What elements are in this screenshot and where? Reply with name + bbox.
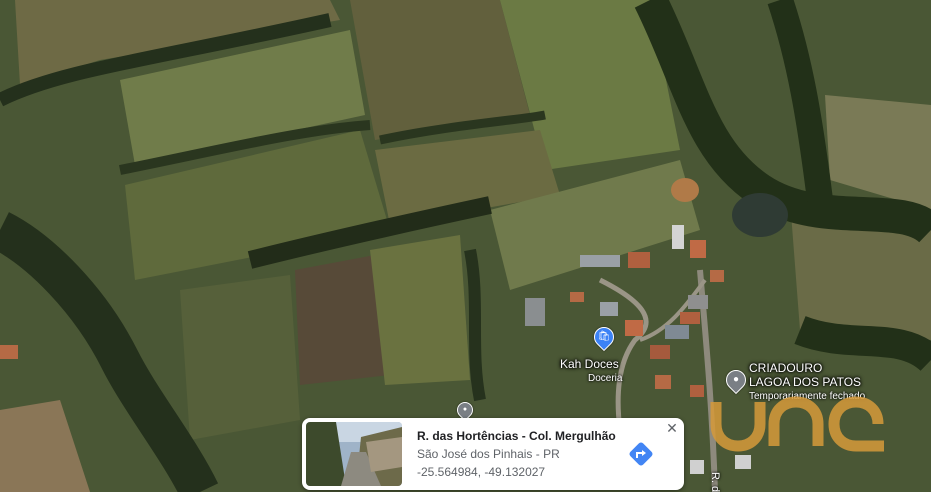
- close-icon[interactable]: ✕: [664, 420, 680, 436]
- criadouro-name-line1[interactable]: CRIADOURO: [749, 362, 822, 375]
- road-label: R. d: [709, 472, 721, 492]
- criadouro-name-line2[interactable]: LAGOA DOS PATOS: [749, 376, 861, 389]
- una-watermark-logo: [710, 396, 884, 452]
- kah-doces-category: Doceria: [588, 373, 623, 384]
- place-info-card[interactable]: R. das Hortências - Col. Mergulhão São J…: [302, 418, 684, 490]
- shopping-bag-icon: 🛍︎: [597, 331, 611, 342]
- directions-icon[interactable]: [626, 439, 656, 469]
- location-pin-icon: ●: [732, 374, 740, 385]
- place-title: R. das Hortências - Col. Mergulhão: [417, 429, 616, 443]
- field: [370, 235, 470, 385]
- street-view-thumbnail[interactable]: [306, 422, 402, 486]
- location-pin-icon: ●: [462, 406, 468, 413]
- kah-doces-name[interactable]: Kah Doces: [560, 358, 619, 371]
- field: [180, 275, 300, 440]
- place-coordinates: -25.564984, -49.132027: [417, 465, 546, 479]
- place-locality: São José dos Pinhais - PR: [417, 447, 560, 461]
